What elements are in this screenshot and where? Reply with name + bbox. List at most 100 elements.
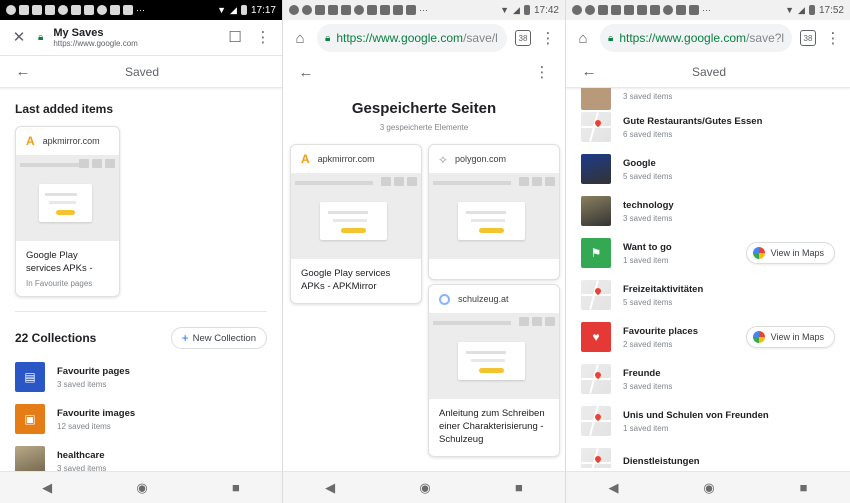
back-nav-icon[interactable]: ◀ — [325, 480, 335, 496]
battery-icon — [240, 5, 247, 15]
page-thumbnail — [429, 173, 559, 259]
app-header: ✕ 🔒︎ My Saves https://www.google.com ☐ ⋮ — [0, 20, 282, 56]
wifi-icon: ▼ — [785, 5, 795, 15]
saved-pages-grid: Aapkmirror.com Google Play services APKs… — [283, 144, 565, 484]
tab-switcher-button[interactable]: 38 — [800, 30, 816, 46]
youtube-icon — [393, 5, 403, 15]
collection-item[interactable]: Freunde 3 saved items — [566, 358, 850, 400]
collection-count: 3 saved items — [57, 379, 107, 389]
address-bar[interactable]: 🔒︎ https://www.google.com/save?l — [600, 24, 792, 52]
divider — [15, 311, 267, 312]
bookmark-icon: ▤ — [15, 362, 45, 392]
card-header: A apkmirror.com — [16, 127, 119, 155]
collection-title: Google — [623, 157, 656, 169]
collection-count: 3 saved items — [623, 213, 673, 223]
collection-count: 5 saved items — [623, 171, 673, 181]
more-menu-icon[interactable]: ⋮ — [824, 31, 842, 46]
collection-item[interactable]: Freizeitaktivitäten 5 saved items — [566, 274, 850, 316]
back-nav-icon[interactable]: ◀ — [42, 480, 52, 496]
collection-item[interactable]: ⚑ Want to go 1 saved item View in Maps — [566, 232, 850, 274]
facebook-icon — [676, 5, 686, 15]
recents-nav-icon[interactable]: ■ — [515, 480, 523, 495]
collection-item[interactable]: technology 3 saved items — [566, 190, 850, 232]
saved-subheader: ← Saved — [0, 56, 282, 88]
more-menu-icon[interactable]: ⋮ — [254, 30, 272, 45]
page-title: My Saves — [53, 27, 104, 39]
status-time: 17:52 — [818, 4, 844, 16]
collection-count: 2 saved items — [623, 339, 673, 349]
collections-heading: 22 Collections — [15, 331, 97, 345]
card-collection: In Favourite pages — [26, 279, 93, 288]
collection-count: 3 saved items — [623, 92, 673, 101]
lock-icon: 🔒︎ — [325, 32, 331, 44]
notification-icon — [572, 5, 582, 15]
collection-item[interactable]: ▤ Favourite pages 3 saved items — [0, 356, 282, 398]
card-site: apkmirror.com — [317, 154, 375, 164]
view-in-maps-button[interactable]: View in Maps — [745, 242, 835, 264]
address-bar[interactable]: 🔒︎ https://www.google.com/save/l — [317, 24, 507, 52]
collections-items: Gute Restaurants/Gutes Essen 6 saved item… — [566, 106, 850, 468]
home-nav-icon[interactable]: ◉ — [703, 480, 714, 496]
collection-count: 5 saved items — [623, 297, 673, 307]
collection-item[interactable]: ♥ Favourite places 2 saved items View in Ma… — [566, 316, 850, 358]
card-site: polygon.com — [454, 154, 506, 164]
android-nav-bar: ◀ ◉ ■ — [283, 471, 565, 503]
calendar-icon — [598, 5, 608, 15]
back-arrow-icon[interactable]: ← — [580, 64, 598, 79]
view-in-maps-button[interactable]: View in Maps — [745, 326, 835, 348]
status-bar: ··· ▼ ◢ 17:42 — [283, 0, 565, 20]
collection-title: Dienstleistungen — [623, 456, 700, 467]
back-arrow-icon[interactable]: ← — [297, 65, 315, 80]
collection-count: 3 saved items — [623, 381, 673, 391]
notification-icon — [6, 5, 16, 15]
collection-photo — [581, 196, 611, 226]
heart-icon: ♥ — [581, 322, 611, 352]
notification-icon — [611, 5, 621, 15]
collection-count: 1 saved item — [623, 255, 669, 265]
browser-toolbar: ⌂ 🔒︎ https://www.google.com/save?l 38 ⋮ — [566, 20, 850, 56]
more-notifications-icon: ··· — [419, 5, 428, 15]
collection-title: healthcare — [57, 449, 105, 461]
bookmark-icon[interactable]: ☐ — [226, 30, 244, 45]
home-nav-icon[interactable]: ◉ — [136, 480, 147, 496]
recents-nav-icon[interactable]: ■ — [232, 480, 240, 495]
home-icon[interactable]: ⌂ — [574, 31, 592, 46]
home-icon[interactable]: ⌂ — [291, 31, 309, 46]
notification-icon — [663, 5, 673, 15]
collection-item[interactable]: Google 5 saved items — [566, 148, 850, 190]
tab-switcher-button[interactable]: 38 — [515, 30, 531, 46]
saved-page-card[interactable]: schulzeug.at Anleitung zum Schreiben ein… — [428, 284, 560, 457]
android-icon — [341, 5, 351, 15]
collection-item[interactable]: Dienstleistungen — [566, 442, 850, 468]
home-nav-icon[interactable]: ◉ — [419, 480, 430, 496]
calendar-icon — [32, 5, 42, 15]
new-collection-button[interactable]: + New Collection — [170, 327, 267, 349]
flag-icon: ⚑ — [581, 238, 611, 268]
close-icon[interactable]: ✕ — [10, 30, 28, 45]
collection-item[interactable]: ▣ Favourite images 12 saved items — [0, 398, 282, 440]
new-collection-label: New Collection — [192, 332, 256, 344]
screen-gespeicherte-seiten: ··· ▼ ◢ 17:42 ⌂ 🔒︎ https://www.google.co… — [283, 0, 566, 503]
collection-title: Favourite images — [57, 407, 136, 419]
collection-title: Gute Restaurants/Gutes Essen — [623, 115, 763, 127]
more-notifications-icon: ··· — [136, 5, 145, 15]
saved-page-card[interactable]: ⟡ polygon.com — [428, 144, 560, 280]
collection-count: 6 saved items — [623, 129, 673, 139]
collection-item[interactable]: Gute Restaurants/Gutes Essen 6 saved item… — [566, 106, 850, 148]
more-menu-icon[interactable]: ⋮ — [539, 31, 557, 46]
facebook-icon — [367, 5, 377, 15]
back-arrow-icon[interactable]: ← — [14, 64, 32, 79]
more-menu-icon[interactable]: ⋮ — [533, 65, 551, 80]
status-bar: ··· ▼ ◢ 17:17 — [0, 0, 282, 20]
collection-title: Freizeitaktivitäten — [623, 283, 704, 295]
saved-page-card[interactable]: A apkmirror.com Google Play services APK… — [15, 126, 120, 297]
saved-page-card[interactable]: Aapkmirror.com Google Play services APKs… — [290, 144, 422, 304]
apkmirror-favicon-icon: A — [26, 134, 35, 148]
recents-nav-icon[interactable]: ■ — [800, 480, 808, 495]
page-thumbnail — [16, 155, 119, 241]
page-thumbnail — [429, 313, 559, 399]
collection-title: Favourite pages — [57, 365, 130, 377]
collection-item[interactable]: Unis und Schulen von Freunden 1 saved ite… — [566, 400, 850, 442]
back-nav-icon[interactable]: ◀ — [608, 480, 618, 496]
notification-icon — [289, 5, 299, 15]
